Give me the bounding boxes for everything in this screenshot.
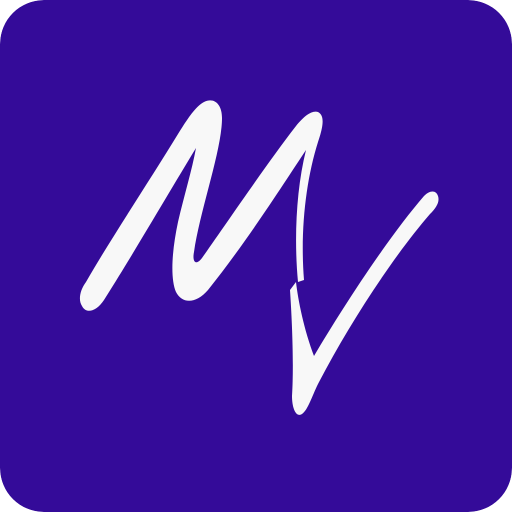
app-logo-icon (0, 0, 512, 512)
icon-background (0, 0, 512, 512)
app-icon[interactable] (0, 0, 512, 512)
